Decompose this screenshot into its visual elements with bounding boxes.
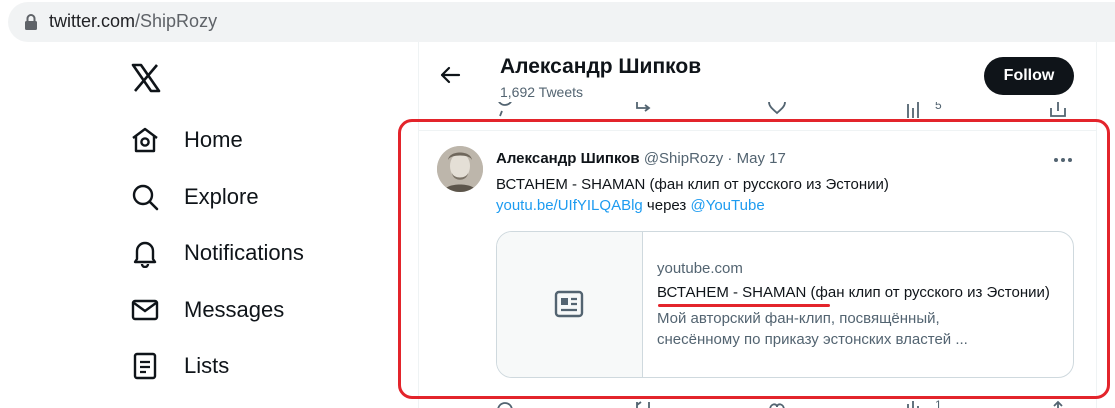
- url-text: twitter.com/ShipRozy: [49, 11, 217, 32]
- share-icon[interactable]: [1048, 398, 1068, 408]
- tweet-text: ВСТАНЕМ - SHAMAN (фан клип от русского и…: [496, 176, 889, 193]
- nav-label-lists: Lists: [184, 353, 230, 378]
- tweet-link[interactable]: youtu.be/UIfYILQABlg: [496, 197, 643, 214]
- card-thumbnail: [497, 232, 643, 377]
- views-icon[interactable]: [904, 398, 924, 408]
- tweet-date[interactable]: May 17: [737, 150, 786, 167]
- like-icon[interactable]: [767, 102, 787, 118]
- back-arrow-icon[interactable]: [437, 62, 463, 88]
- nav-label-messages: Messages: [184, 297, 285, 322]
- nav-item-notifications[interactable]: Notifications: [130, 233, 304, 273]
- tweet-author-name[interactable]: Александр Шипков: [496, 150, 640, 167]
- url-path: /ShipRozy: [135, 11, 218, 31]
- follow-button[interactable]: Follow: [984, 57, 1074, 95]
- card-description-line-2: снесённому по приказу эстонских властей …: [657, 331, 968, 348]
- card-domain: youtube.com: [657, 260, 743, 277]
- red-underline-annotation: [658, 304, 830, 307]
- nav-label-notifications: Notifications: [184, 240, 304, 265]
- avatar[interactable]: [437, 146, 483, 192]
- via-text: через: [642, 197, 691, 214]
- next-tweet-actions: 1: [495, 398, 1070, 408]
- nav-item-messages[interactable]: Messages: [130, 290, 284, 330]
- nav-item-lists[interactable]: Lists: [130, 346, 229, 386]
- search-icon: [132, 184, 159, 211]
- bell-icon: [133, 241, 157, 268]
- list-icon: [133, 352, 157, 380]
- tweet-count: 1,692 Tweets: [500, 84, 584, 100]
- profile-name: Александр Шипков: [500, 55, 702, 78]
- reply-icon[interactable]: [495, 398, 515, 408]
- envelope-icon: [131, 299, 159, 321]
- card-title: ВСТАНЕМ - SHAMAN (фан клип от русского и…: [657, 284, 1050, 301]
- views-count: 5: [935, 102, 942, 112]
- reply-icon[interactable]: [495, 102, 515, 118]
- retweet-icon[interactable]: [633, 102, 653, 118]
- link-preview-card[interactable]: youtube.com ВСТАНЕМ - SHAMAN (фан клип о…: [496, 231, 1074, 378]
- tweet-header: Александр Шипков @ShipRozy · May 17: [496, 150, 786, 167]
- avatar-portrait: [437, 146, 483, 192]
- retweet-icon[interactable]: [633, 398, 653, 408]
- card-description-line-1: Мой авторский фан-клип, посвящённый,: [657, 310, 940, 327]
- more-options-icon[interactable]: [1052, 150, 1074, 170]
- prev-tweet-actions: 5: [495, 102, 1070, 118]
- views-count: 1: [935, 398, 942, 408]
- nav-item-home[interactable]: Home: [130, 120, 243, 160]
- home-icon: [132, 127, 158, 153]
- tweet-divider: [419, 130, 1096, 131]
- lock-icon: [25, 14, 37, 30]
- meta-separator: ·: [723, 150, 737, 167]
- tweet-links-line: youtu.be/UIfYILQABlg через @YouTube: [496, 197, 765, 214]
- browser-address-bar[interactable]: twitter.com/ShipRozy: [8, 2, 1115, 42]
- article-icon: [554, 290, 584, 318]
- like-icon[interactable]: [767, 398, 787, 408]
- nav-item-explore[interactable]: Explore: [130, 177, 259, 217]
- x-logo-icon[interactable]: [130, 63, 162, 93]
- url-host: twitter.com: [49, 11, 136, 31]
- nav-label-explore: Explore: [184, 184, 259, 209]
- share-icon[interactable]: [1048, 102, 1068, 118]
- nav-label-home: Home: [184, 127, 243, 152]
- youtube-mention[interactable]: @YouTube: [690, 197, 764, 214]
- tweet-handle[interactable]: @ShipRozy: [644, 150, 723, 167]
- views-icon[interactable]: [904, 102, 924, 118]
